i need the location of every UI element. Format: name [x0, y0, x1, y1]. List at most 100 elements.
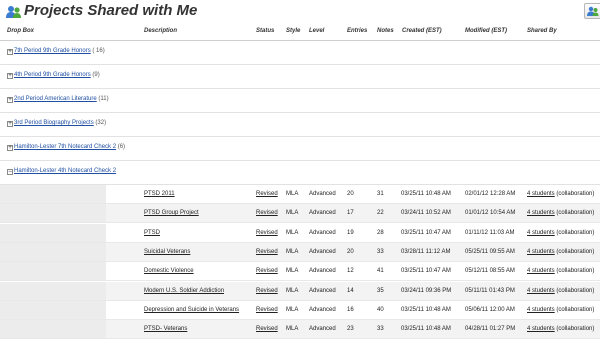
dropbox-row[interactable]: + 4th Period 9th Grade Honors (9) [0, 65, 600, 89]
entry-shared-by: 4 students (collaboration) [527, 288, 594, 294]
entry-entries-count: 14 [347, 287, 354, 294]
column-header-row: Drop Box Description Status Style Level … [0, 24, 600, 41]
entry-status-link[interactable]: Revised [256, 268, 278, 274]
plus-box-icon[interactable]: + [7, 49, 13, 55]
plus-box-icon[interactable]: + [7, 73, 13, 79]
entry-shared-by: 4 students (collaboration) [527, 230, 594, 236]
entry-description-link[interactable]: Domestic Violence [144, 268, 194, 274]
dropbox-count: ( 16) [92, 48, 105, 54]
entry-status-link[interactable]: Revised [256, 288, 278, 294]
col-shared-by[interactable]: Shared By [527, 28, 557, 34]
shared-by-link[interactable]: 4 students [527, 288, 555, 294]
shared-by-link[interactable]: 4 students [527, 230, 555, 236]
shared-by-suffix: (collaboration) [556, 229, 595, 236]
entry-style: MLA [286, 326, 299, 333]
dropbox-name-link[interactable]: Hamilton-Lester 4th Notecard Check 2 [14, 168, 116, 174]
entry-entries-count: 12 [347, 268, 354, 275]
table-row: PTSD Group Project Revised MLA Advanced 17 22… [0, 204, 600, 224]
dropbox-row[interactable]: + 2nd Period American Literature (11) [0, 89, 600, 113]
row-indent [0, 223, 106, 242]
plus-box-icon[interactable]: + [7, 121, 13, 127]
entry-notes-count: 28 [377, 229, 384, 236]
entry-status-link[interactable]: Revised [256, 210, 278, 216]
entry-created: 03/25/11 10:48 AM [401, 306, 451, 313]
dropbox-row[interactable]: + 7th Period 9th Grade Honors ( 16) [0, 41, 600, 65]
col-style[interactable]: Style [286, 28, 300, 34]
dropbox-row-expanded[interactable]: − Hamilton-Lester 4th Notecard Check 2 [0, 161, 600, 185]
dropbox-row[interactable]: + Hamilton-Lester 7th Notecard Check 2 (… [0, 137, 600, 161]
plus-box-icon[interactable]: + [7, 145, 13, 151]
dropbox-name-link[interactable]: 2nd Period American Literature [14, 96, 97, 102]
shared-by-link[interactable]: 4 students [527, 307, 555, 313]
shared-by-link[interactable]: 4 students [527, 268, 555, 274]
entry-description-link[interactable]: PTSD Group Project [144, 210, 199, 216]
entry-description-link[interactable]: Depression and Suicide in Veterans [144, 307, 239, 313]
entry-created: 03/25/11 10:47 AM [401, 268, 451, 275]
entry-notes-count: 33 [377, 326, 384, 333]
col-entries[interactable]: Entries [347, 28, 367, 34]
share-toolbar-button[interactable] [584, 3, 600, 19]
entry-modified: 01/11/12 11:03 AM [465, 229, 515, 236]
dropbox-count: (6) [117, 144, 126, 150]
shared-by-suffix: (collaboration) [556, 248, 595, 255]
dropbox-count: (9) [92, 72, 100, 78]
row-indent [0, 281, 106, 300]
col-status[interactable]: Status [256, 28, 274, 34]
entry-entries-count: 19 [347, 229, 354, 236]
table-row: PTSD 2011 Revised MLA Advanced 20 31 03/25/11 … [0, 185, 600, 204]
table-row: Depression and Suicide in Veterans Revise… [0, 300, 600, 320]
entry-status-link[interactable]: Revised [256, 326, 278, 332]
col-notes[interactable]: Notes [377, 28, 394, 34]
shared-by-suffix: (collaboration) [556, 191, 595, 197]
entry-description-link[interactable]: PTSD 2011 [144, 191, 175, 197]
entry-description-link[interactable]: PTSD [144, 230, 160, 236]
col-level[interactable]: Level [309, 28, 324, 34]
entry-created: 03/28/11 11:12 AM [401, 248, 451, 255]
shared-by-link[interactable]: 4 students [527, 249, 555, 255]
entry-created: 03/25/11 10:48 AM [401, 326, 451, 333]
dropbox-count: (32) [95, 120, 107, 126]
col-drop-box[interactable]: Drop Box [7, 28, 34, 34]
dropbox-row[interactable]: + 3rd Period Biography Projects (32) [0, 113, 600, 137]
entry-level: Advanced [309, 210, 336, 217]
plus-box-icon[interactable]: + [7, 97, 13, 103]
table-row: Suicidal Veterans Revised MLA Advanced 20 33 0… [0, 242, 600, 262]
entry-status-link[interactable]: Revised [256, 307, 278, 313]
minus-box-icon[interactable]: − [7, 169, 13, 175]
entry-level: Advanced [309, 326, 336, 333]
entry-shared-by: 4 students (collaboration) [527, 307, 594, 313]
shared-by-suffix: (collaboration) [556, 326, 595, 333]
entry-shared-by: 4 students (collaboration) [527, 191, 594, 197]
col-modified[interactable]: Modified (EST) [465, 28, 507, 34]
col-description[interactable]: Description [144, 28, 177, 34]
users-group-icon [6, 5, 22, 19]
entry-description-link[interactable]: PTSD- Veterans [144, 326, 187, 332]
row-indent [0, 242, 106, 261]
entry-style: MLA [286, 306, 299, 313]
entry-status-link[interactable]: Revised [256, 191, 278, 197]
entry-description-link[interactable]: Modern U.S. Soldier Addiction [144, 288, 224, 294]
dropbox-count: (11) [98, 96, 109, 102]
entry-description-link[interactable]: Suicidal Veterans [144, 249, 190, 255]
shared-by-link[interactable]: 4 students [527, 326, 555, 332]
col-created[interactable]: Created (EST) [402, 28, 442, 34]
dropbox-name-link[interactable]: Hamilton-Lester 7th Notecard Check 2 [14, 144, 116, 150]
entry-modified: 02/01/12 12:28 AM [465, 191, 516, 197]
entry-notes-count: 35 [377, 287, 384, 294]
dropbox-name-link[interactable]: 4th Period 9th Grade Honors [14, 72, 91, 78]
row-indent [0, 185, 106, 203]
shared-by-link[interactable]: 4 students [527, 191, 555, 197]
entry-status-link[interactable]: Revised [256, 249, 278, 255]
entry-entries-count: 20 [347, 248, 354, 255]
dropbox-name-link[interactable]: 7th Period 9th Grade Honors [14, 48, 91, 54]
entry-entries-count: 17 [347, 210, 354, 217]
table-row: Modern U.S. Soldier Addiction Revised MLA A… [0, 281, 600, 301]
dropbox-name-link[interactable]: 3rd Period Biography Projects [14, 120, 94, 126]
row-indent [0, 204, 106, 223]
entry-created: 03/25/11 10:47 AM [401, 229, 451, 236]
row-indent [0, 262, 106, 281]
entry-style: MLA [286, 268, 299, 275]
entry-status-link[interactable]: Revised [256, 230, 278, 236]
table-row: PTSD Revised MLA Advanced 19 28 03/25/11 10:47… [0, 223, 600, 243]
shared-by-link[interactable]: 4 students [527, 210, 555, 216]
